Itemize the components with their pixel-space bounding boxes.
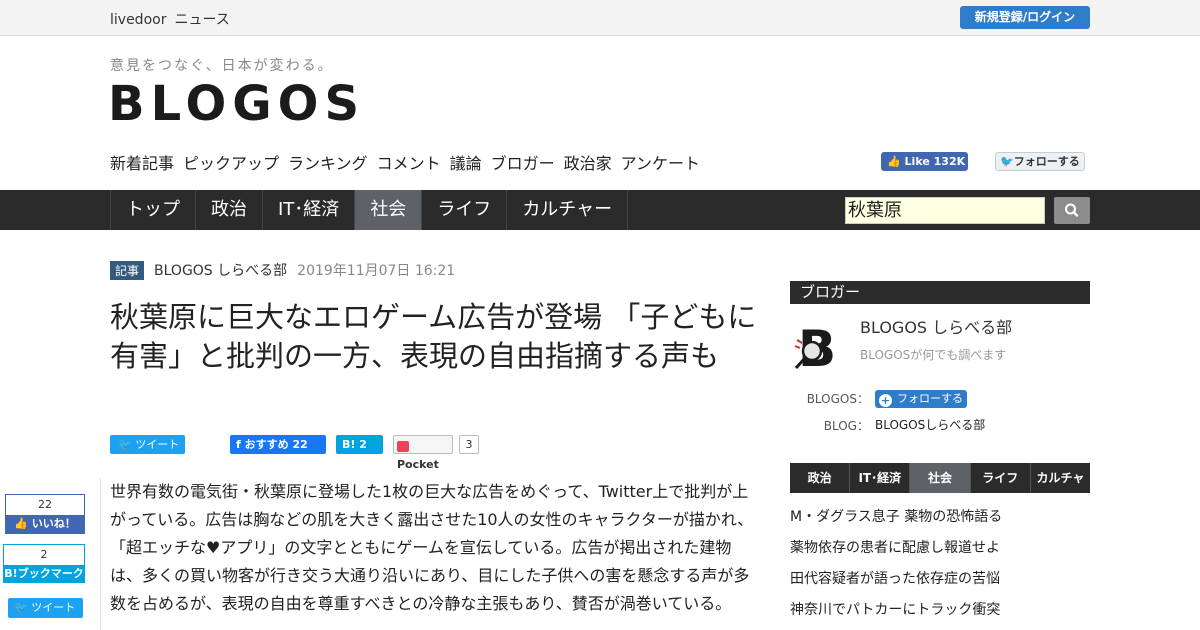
tw-follow-label: フォローする: [1013, 155, 1080, 168]
list-item[interactable]: 田代容疑者が語った依存症の苦悩: [790, 567, 1090, 598]
sidebar-tab-1[interactable]: IT･経済: [850, 463, 911, 493]
plus-icon: +: [879, 394, 892, 407]
blog-link[interactable]: BLOGOSしらべる部: [875, 416, 985, 433]
fb-recommend-label: おすすめ 22: [244, 438, 308, 451]
blogos-follow-button[interactable]: + フォローする: [875, 390, 967, 408]
hatena-label: B!ブックマーク: [4, 565, 84, 583]
article-author[interactable]: BLOGOS しらべる部: [154, 260, 287, 280]
brand-news[interactable]: ニュース: [174, 12, 229, 28]
brand-livedoor[interactable]: livedoor: [110, 12, 166, 28]
fb-like-label: Like 132K: [904, 155, 966, 168]
blog-label: BLOG：: [823, 419, 869, 433]
tweet-button[interactable]: 🐦 ツイート: [110, 435, 185, 454]
sidebar-category-tabs: 政治 IT･経済 社会 ライフ カルチャー: [790, 463, 1090, 515]
hatena-count: 2: [4, 545, 84, 565]
subnav-item-comment[interactable]: コメント: [377, 154, 441, 173]
subnav-item-ranking[interactable]: ランキング: [288, 154, 368, 173]
tweet-label: ツイート: [135, 438, 180, 451]
hatena-bookmark-button[interactable]: B! 2: [336, 435, 383, 454]
blogger-name[interactable]: BLOGOS しらべる部: [860, 314, 1012, 338]
article-title: 秋葉原に巨大なエロゲーム広告が登場 「子どもに有害」と批判の一方、表現の自由指摘…: [110, 300, 757, 373]
sidebar-article-list: M・ダグラス息子 薬物の恐怖語る 薬物依存の患者に配慮し報道せよ 田代容疑者が語った…: [790, 505, 1090, 629]
twitter-bird-icon: 🐦: [14, 601, 28, 614]
subnav-item-blogger[interactable]: ブロガー: [491, 154, 555, 173]
subnav-item-survey[interactable]: アンケート: [621, 154, 700, 173]
blogger-avatar[interactable]: B: [790, 318, 845, 373]
hatena-icon: B!: [342, 438, 356, 451]
site-logo[interactable]: BLOGOS: [108, 76, 365, 132]
pocket-icon: [397, 440, 409, 452]
sidebar-tab-4[interactable]: カルチャー: [1031, 463, 1090, 515]
search-icon: [1065, 203, 1079, 217]
twitter-bird-icon: 🐦: [1000, 155, 1014, 168]
blogos-label: BLOGOS：: [806, 392, 869, 406]
follow-label: フォローする: [897, 392, 963, 405]
subnav-item-pickup[interactable]: ピックアップ: [183, 154, 279, 173]
blogger-description: BLOGOSが何でも調べます: [860, 348, 1007, 362]
twitter-bird-icon: 🐦: [118, 438, 132, 451]
sidebar-tab-0[interactable]: 政治: [790, 463, 851, 493]
nav-tab-5[interactable]: カルチャー: [507, 190, 629, 230]
list-item[interactable]: 薬物依存の患者に配慮し報道せよ: [790, 536, 1090, 567]
nav-tab-1[interactable]: 政治: [196, 190, 263, 230]
sidebar-tab-3[interactable]: ライフ: [971, 463, 1031, 493]
login-button[interactable]: 新規登録/ログイン: [960, 6, 1090, 29]
divider: [100, 478, 101, 630]
like-label: 👍 いいね！: [6, 515, 84, 533]
top-bar: livedoor ニュース 新規登録/ログイン: [0, 0, 1200, 36]
nav-tab-4[interactable]: ライフ: [422, 190, 508, 230]
pocket-count: 3: [459, 435, 479, 454]
floating-tweet-button[interactable]: 🐦 ツイート: [8, 598, 83, 618]
like-count: 22: [6, 495, 84, 515]
list-item[interactable]: 神奈川でパトカーにトラック衝突: [790, 598, 1090, 629]
search-button[interactable]: [1054, 197, 1090, 224]
sidebar-heading: ブロガー: [790, 281, 1090, 304]
thumbs-up-icon: 👍: [14, 517, 28, 530]
pocket-button[interactable]: Pocket: [393, 435, 453, 471]
nav-tab-3[interactable]: 社会: [355, 190, 423, 230]
tagline: 意見をつなぐ、日本が変わる。: [110, 58, 334, 74]
floating-hatena-button[interactable]: 2 B!ブックマーク: [3, 544, 85, 583]
floating-tweet-label: ツイート: [31, 601, 76, 614]
brand-link[interactable]: livedoor ニュース: [110, 9, 238, 29]
search-input[interactable]: 秋葉原: [845, 197, 1045, 224]
thumbs-up-icon: 👍: [887, 155, 901, 168]
article-date: 2019年11月07日 16:21: [297, 263, 456, 279]
subnav-item-politician[interactable]: 政治家: [564, 154, 612, 173]
facebook-like-button[interactable]: 👍 Like 132K: [881, 152, 968, 171]
article-meta: 記事 BLOGOS しらべる部 2019年11月07日 16:21: [110, 260, 455, 280]
article-body: 世界有数の電気街・秋葉原に登場した1枚の巨大な広告をめぐって、Twitter上で…: [110, 482, 754, 613]
subnav-item-new[interactable]: 新着記事: [110, 154, 174, 173]
pocket-label: Pocket: [397, 458, 439, 471]
twitter-follow-button[interactable]: 🐦フォローする: [995, 152, 1085, 171]
floating-like-button[interactable]: 22 👍 いいね！: [5, 494, 85, 534]
nav-tab-0[interactable]: トップ: [111, 190, 196, 230]
nav-tab-2[interactable]: IT･経済: [263, 190, 356, 230]
sidebar-tab-2[interactable]: 社会: [910, 463, 971, 493]
hatena-count: 2: [359, 438, 367, 451]
list-item[interactable]: M・ダグラス息子 薬物の恐怖語る: [790, 505, 1090, 536]
facebook-icon: f: [236, 438, 241, 451]
facebook-recommend-button[interactable]: f おすすめ 22: [230, 435, 326, 454]
subnav-item-debate[interactable]: 議論: [450, 154, 482, 173]
article-badge: 記事: [110, 260, 145, 280]
sub-navigation: 新着記事 ピックアップ ランキング コメント 議論 ブロガー 政治家 アンケート: [110, 150, 709, 174]
